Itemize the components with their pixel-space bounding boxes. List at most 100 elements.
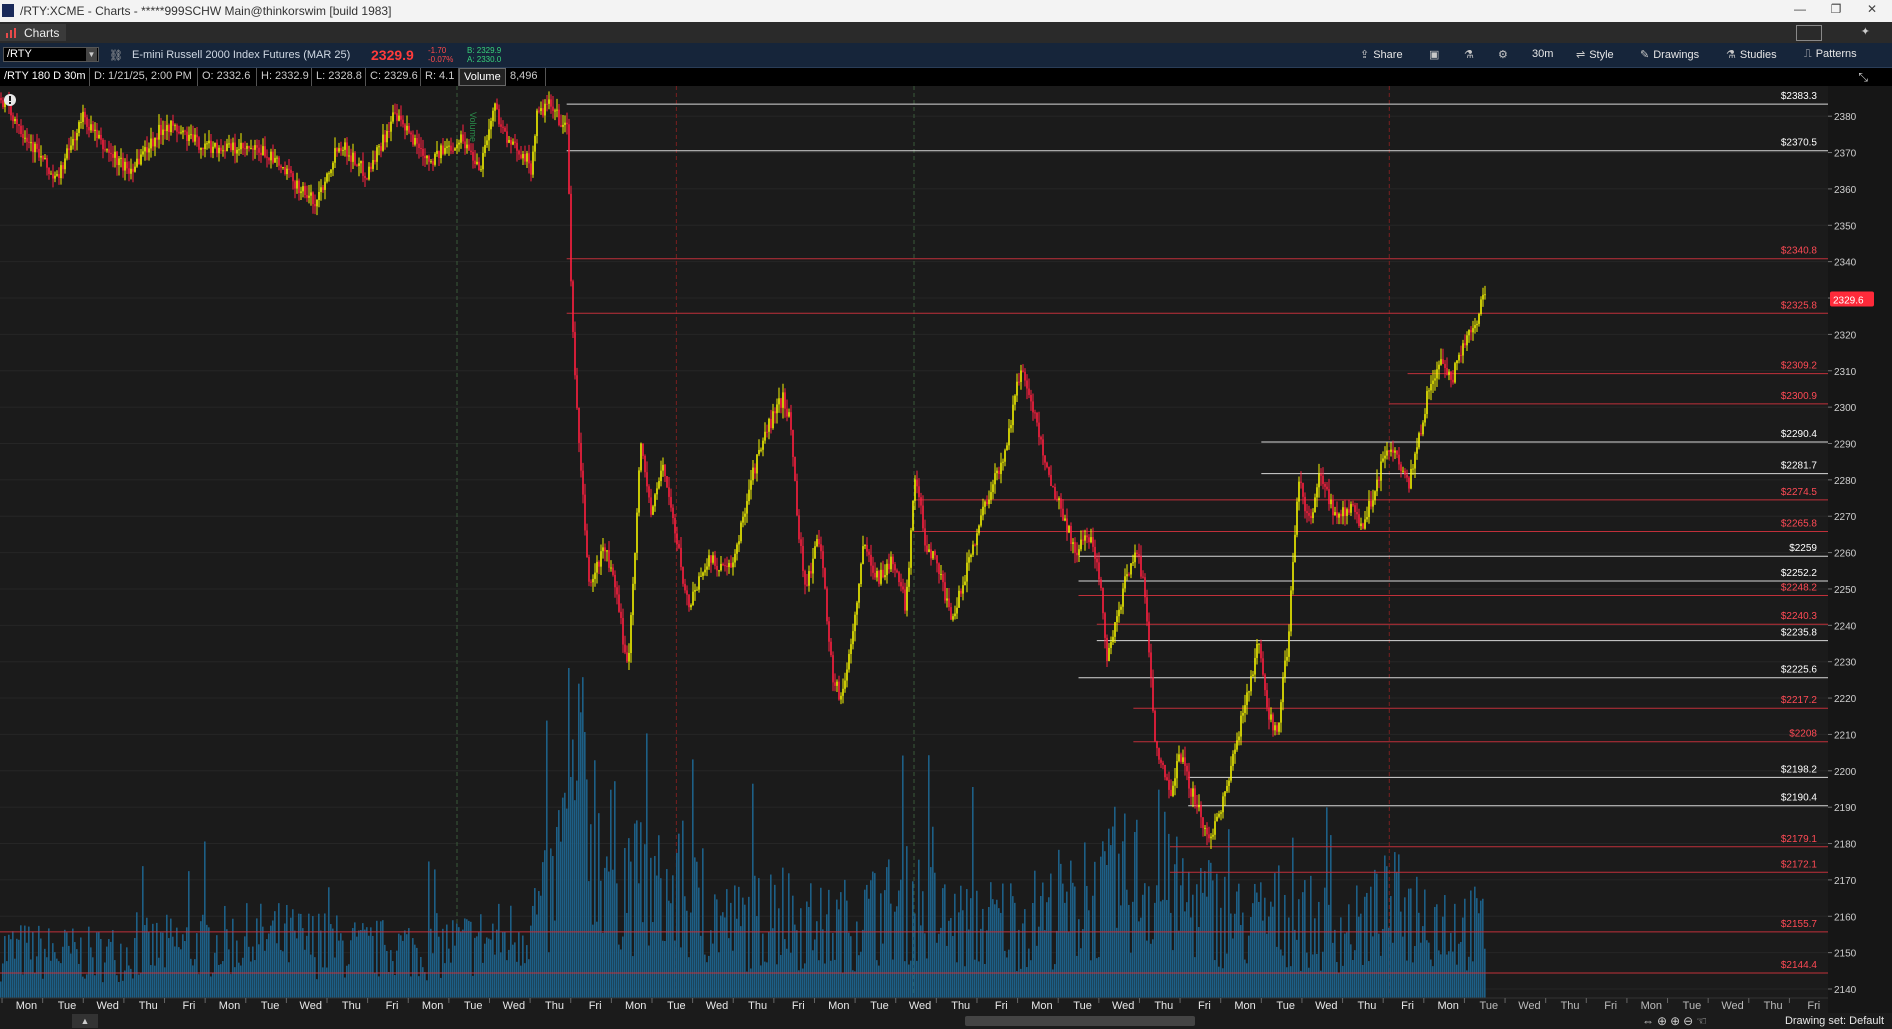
candle-body xyxy=(590,581,592,583)
drawing-set-label[interactable]: Drawing set: Default xyxy=(1785,1015,1884,1027)
share-button[interactable]: ⇪ Share xyxy=(1360,48,1403,61)
volume-bar xyxy=(734,885,736,998)
volume-bar xyxy=(688,957,690,998)
zoom-in-icon[interactable]: ⊕ xyxy=(1670,1014,1683,1028)
candle-body xyxy=(678,544,680,548)
zoom-out-icon[interactable]: ⊖ xyxy=(1683,1014,1696,1028)
candle-body xyxy=(1206,827,1208,835)
patterns-button[interactable]: ⎍ Patterns xyxy=(1804,48,1857,61)
volume-bar xyxy=(362,923,364,998)
chart-settings-cell[interactable]: /RTY 180 D 30m xyxy=(0,68,90,86)
volume-bar xyxy=(538,891,540,998)
candle-body xyxy=(1386,450,1388,456)
candle-body xyxy=(1208,834,1210,839)
expand-up-button[interactable]: ▲ xyxy=(72,1014,98,1028)
candle-body xyxy=(290,169,292,174)
candle-body xyxy=(682,567,684,584)
volume-bar xyxy=(288,962,290,998)
high-cell: H: 2332.9 xyxy=(257,68,312,86)
info-icon[interactable] xyxy=(4,94,16,106)
volume-bar xyxy=(1460,941,1462,998)
candle-body xyxy=(186,131,188,141)
candle-body xyxy=(1132,562,1134,564)
volume-bar xyxy=(936,942,938,998)
volume-bar xyxy=(94,975,96,998)
candle-body xyxy=(804,570,806,585)
candle-body xyxy=(958,590,960,608)
price-level-label: $2252.2 xyxy=(1781,568,1818,579)
candle-body xyxy=(224,150,226,152)
volume-bar xyxy=(784,939,786,998)
candle-body xyxy=(366,178,368,180)
candle-body xyxy=(372,159,374,169)
drawings-button[interactable]: ✎ Drawings xyxy=(1640,48,1699,61)
volume-bar xyxy=(956,962,958,998)
time-tick-label: Wed xyxy=(1315,1000,1337,1012)
candle-body xyxy=(960,590,962,594)
volume-bar xyxy=(92,957,94,998)
zoom-controls[interactable]: ⇔⊕⊕⊖☜ xyxy=(1642,1014,1710,1028)
candle-body xyxy=(50,173,52,175)
flask-button[interactable]: ⚗ xyxy=(1464,48,1478,61)
settings-button[interactable]: ⚙ xyxy=(1498,48,1512,61)
volume-bar xyxy=(630,861,632,998)
tab-bar: Charts ✦ xyxy=(0,22,1892,43)
collapse-icon[interactable]: ⤡ xyxy=(1858,70,1868,85)
candle-body xyxy=(1332,499,1334,516)
volume-bar xyxy=(1474,886,1476,998)
volume-bar xyxy=(1140,917,1142,998)
close-button[interactable]: ✕ xyxy=(1860,2,1884,20)
time-scrollbar[interactable] xyxy=(965,1016,1195,1026)
volume-bar xyxy=(650,857,652,998)
candle-body xyxy=(1002,461,1004,463)
volume-bar xyxy=(1122,841,1124,998)
candle-body xyxy=(1294,534,1296,563)
volume-bar xyxy=(1008,949,1010,998)
volume-bar xyxy=(952,936,954,998)
interval-button[interactable]: 30m xyxy=(1532,48,1553,60)
volume-bar xyxy=(270,925,272,998)
volume-label-cell[interactable]: Volume xyxy=(459,68,506,86)
snapshot-button[interactable]: ▣ xyxy=(1429,48,1443,61)
volume-bar xyxy=(1070,860,1072,998)
crosshair-icon[interactable]: ⊕ xyxy=(1657,1014,1670,1028)
pin-icon[interactable]: ✦ xyxy=(1861,25,1870,38)
volume-bar xyxy=(676,852,678,998)
candle-body xyxy=(338,148,340,152)
volume-bar xyxy=(1272,906,1274,998)
candle-body xyxy=(710,555,712,563)
candle-body xyxy=(140,154,142,165)
time-tick-label: Mon xyxy=(1641,1000,1662,1012)
volume-bar xyxy=(918,859,920,998)
layout-toggle-button[interactable] xyxy=(1796,25,1822,41)
tab-charts[interactable]: Charts xyxy=(0,24,66,41)
candle-body xyxy=(780,398,782,408)
pan-icon[interactable]: ⇔ xyxy=(1642,1014,1657,1028)
candle-body xyxy=(532,151,534,175)
candle-body xyxy=(1204,827,1206,829)
volume-bar xyxy=(1216,873,1218,998)
symbol-dropdown-icon[interactable]: ▼ xyxy=(86,48,97,61)
candle-body xyxy=(1022,370,1024,372)
candle-body xyxy=(616,587,618,595)
candle-body xyxy=(760,449,762,451)
volume-bar xyxy=(20,925,22,998)
candle-body xyxy=(912,500,914,531)
candle-body xyxy=(544,103,546,116)
price-chart[interactable]: $2383.3$2370.5$2340.8$2325.8$2309.2$2300… xyxy=(0,86,1892,1013)
symbol-input[interactable]: /RTY xyxy=(3,47,99,62)
candle-body xyxy=(152,138,154,147)
studies-label: Studies xyxy=(1739,49,1777,61)
studies-button[interactable]: ⚗ Studies xyxy=(1726,48,1777,61)
candle-body xyxy=(1006,445,1008,451)
candle-body xyxy=(1474,325,1476,329)
link-icon[interactable]: ⛓ xyxy=(109,49,123,62)
volume-bar xyxy=(1066,891,1068,998)
maximize-button[interactable]: ❐ xyxy=(1824,2,1848,20)
hand-icon[interactable]: ☜ xyxy=(1696,1014,1710,1028)
candle-body xyxy=(706,566,708,570)
minimize-button[interactable]: — xyxy=(1788,2,1812,20)
style-button[interactable]: ⇌ Style xyxy=(1576,48,1614,61)
volume-bar xyxy=(402,940,404,998)
price-level-label: $2325.8 xyxy=(1781,300,1818,311)
